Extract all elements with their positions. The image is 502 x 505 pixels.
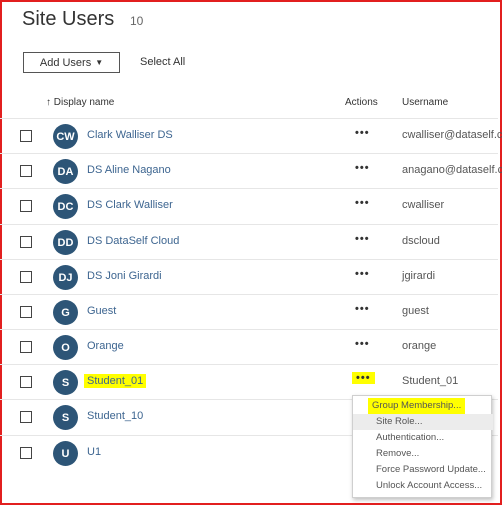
- column-header-actions: Actions: [345, 97, 378, 108]
- avatar: DC: [53, 194, 78, 219]
- table-row: O Orange ••• orange: [0, 329, 498, 364]
- user-username: dscloud: [402, 235, 440, 247]
- avatar: U: [53, 441, 78, 466]
- actions-menu-button[interactable]: •••: [355, 162, 370, 174]
- menu-item-label: Group Membership...: [368, 398, 466, 414]
- actions-menu-button[interactable]: •••: [355, 303, 370, 315]
- avatar: DJ: [53, 265, 78, 290]
- row-checkbox[interactable]: [20, 306, 32, 318]
- select-all-button[interactable]: Select All: [140, 56, 185, 68]
- user-display-name[interactable]: DS Clark Walliser: [87, 199, 173, 211]
- add-users-label: Add Users: [39, 56, 92, 69]
- user-username: cwalliser: [402, 199, 445, 211]
- user-display-name[interactable]: DS DataSelf Cloud: [87, 235, 179, 247]
- table-row: DD DS DataSelf Cloud ••• dscloud: [0, 224, 498, 259]
- user-username: anagano@dataself.c: [402, 164, 502, 176]
- menu-item-group-membership[interactable]: Group Membership...: [353, 398, 493, 414]
- user-display-name[interactable]: DS Aline Nagano: [87, 164, 171, 176]
- row-checkbox[interactable]: [20, 130, 32, 142]
- user-username: cwalliser@dataself.c: [402, 129, 502, 141]
- actions-menu-button[interactable]: •••: [355, 338, 370, 350]
- row-checkbox[interactable]: [20, 200, 32, 212]
- table-row: S Student_01 ••• Student_01: [0, 364, 498, 399]
- user-username: jgirardi: [402, 270, 436, 282]
- avatar: G: [53, 300, 78, 325]
- avatar: S: [53, 370, 78, 395]
- column-header-username[interactable]: Username: [402, 97, 448, 108]
- row-checkbox[interactable]: [20, 376, 32, 388]
- actions-menu-button[interactable]: •••: [355, 197, 370, 209]
- actions-menu-button[interactable]: •••: [352, 372, 375, 384]
- row-checkbox[interactable]: [20, 236, 32, 248]
- menu-item-site-role[interactable]: Site Role...: [353, 414, 493, 430]
- user-display-name[interactable]: DS Joni Girardi: [87, 270, 162, 282]
- caret-down-icon: ▼: [95, 58, 104, 67]
- actions-menu-button[interactable]: •••: [355, 233, 370, 245]
- user-display-name[interactable]: Student_10: [87, 410, 143, 422]
- user-display-name[interactable]: Clark Walliser DS: [87, 129, 173, 141]
- table-row: CW Clark Walliser DS ••• cwalliser@datas…: [0, 118, 502, 153]
- user-display-name[interactable]: Guest: [87, 305, 116, 317]
- avatar: CW: [53, 124, 78, 149]
- row-checkbox[interactable]: [20, 165, 32, 177]
- row-checkbox[interactable]: [20, 447, 32, 459]
- user-count: 10: [130, 14, 144, 28]
- user-username: orange: [402, 340, 437, 352]
- user-display-name[interactable]: Student_01: [84, 374, 147, 388]
- add-users-button[interactable]: Add Users ▼: [23, 52, 120, 73]
- user-display-name[interactable]: U1: [87, 446, 101, 458]
- actions-menu-button[interactable]: •••: [355, 268, 370, 280]
- user-display-name[interactable]: Orange: [87, 340, 124, 352]
- column-header-display-name[interactable]: ↑ Display name: [46, 97, 114, 108]
- actions-menu-button[interactable]: •••: [355, 127, 370, 139]
- row-checkbox[interactable]: [20, 411, 32, 423]
- menu-item-authentication[interactable]: Authentication...: [353, 430, 493, 446]
- row-checkbox[interactable]: [20, 271, 32, 283]
- menu-item-force-password-update[interactable]: Force Password Update...: [353, 462, 493, 478]
- menu-item-remove[interactable]: Remove...: [353, 446, 493, 462]
- user-username: guest: [402, 305, 429, 317]
- page-title: Site Users: [22, 8, 115, 30]
- table-row: G Guest ••• guest: [0, 294, 498, 329]
- table-row: DC DS Clark Walliser ••• cwalliser: [0, 188, 498, 223]
- avatar: DA: [53, 159, 78, 184]
- row-checkbox[interactable]: [20, 341, 32, 353]
- table-row: DJ DS Joni Girardi ••• jgirardi: [0, 259, 498, 294]
- table-row: DA DS Aline Nagano ••• anagano@dataself.…: [0, 153, 502, 188]
- avatar: DD: [53, 230, 78, 255]
- actions-context-menu: Group Membership... Site Role... Authent…: [352, 395, 493, 498]
- avatar: S: [53, 405, 78, 430]
- user-username: Student_01: [402, 375, 459, 387]
- menu-item-unlock-account-access[interactable]: Unlock Account Access...: [353, 478, 493, 494]
- avatar: O: [53, 335, 78, 360]
